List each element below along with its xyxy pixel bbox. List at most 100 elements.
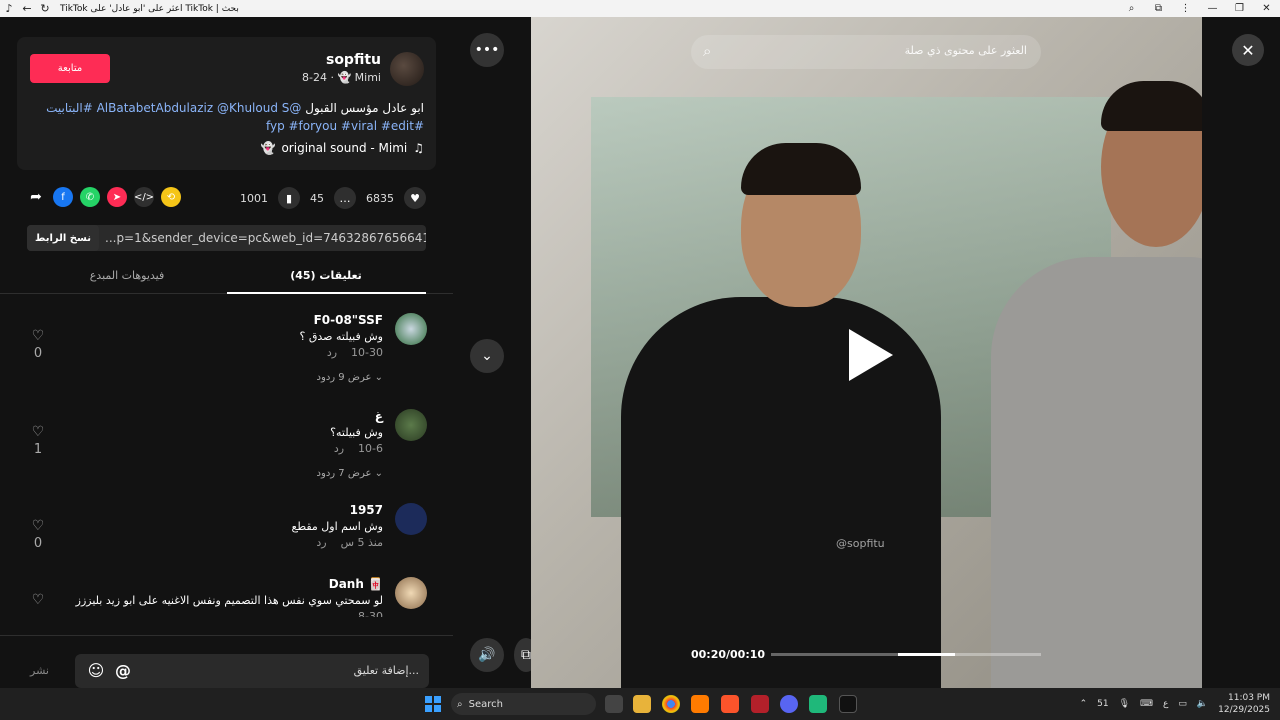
taskbar-search-label: Search [468,698,503,710]
comment-like[interactable]: ♡ [28,592,48,608]
reply-link[interactable]: رد [316,536,326,549]
clock[interactable]: 11:03 PM 12/29/2025 [1218,692,1270,716]
reply-link[interactable]: رد [327,346,337,359]
right-panel: ✕ [1202,17,1280,688]
share-link-text[interactable]: ...p=1&sender_device=pc&web_id=746328676… [99,231,426,245]
comment-author[interactable]: F0-08"SSF [314,313,383,327]
avatar[interactable] [395,577,427,609]
video-time: 00:20/00:10 [691,648,766,661]
heart-outline-icon[interactable]: ♡ [28,592,48,608]
close-window-button[interactable]: ✕ [1253,0,1280,17]
heart-icon[interactable]: ♥ [404,187,426,209]
comment-like[interactable]: ♡ 1 [28,424,48,457]
reply-link[interactable]: رد [334,442,344,455]
browser-titlebar: ♪ ← ↻ TikTok اعثر على 'ابو عادل' على Tik… [0,0,1280,17]
tabs: فيديوهات المبدع تعليقات (45) [0,263,453,294]
avatar[interactable] [395,313,427,345]
sound-link[interactable]: 👻 original sound - Mimi ♫ [261,141,424,155]
heart-outline-icon[interactable]: ♡ [28,328,48,344]
app-icon[interactable] [751,695,769,713]
video-progress-bar[interactable] [771,653,1041,656]
comment-icon[interactable]: … [334,187,356,209]
comment-author[interactable]: 1957 [350,503,383,517]
copy-link-button[interactable]: نسخ الرابط [27,225,99,251]
brave-icon[interactable] [721,695,739,713]
description-tags[interactable]: @AlBatabetAbdulaziz @Khuloud S #البتابيت [46,101,301,115]
close-icon[interactable]: ✕ [1232,34,1264,66]
comment-author[interactable]: Danh 🀄 [329,577,383,591]
video-search-placeholder: العثور على محتوى ذي صلة [904,44,1027,57]
tiktok-logo-icon: ♪ [5,2,13,15]
video-person-right [911,81,1202,688]
view-replies-button[interactable]: عرض 7 ردود ⌄ [317,468,383,479]
app-icon[interactable] [691,695,709,713]
windows-start-icon[interactable] [425,696,441,712]
windows-taskbar: ⌕ Search ⌃ 51 🎙 ⌨ ع ▭ 🔈 11:03 PM 12/29/202… [0,688,1280,720]
network-icon[interactable]: ▭ [1178,699,1187,709]
facebook-icon[interactable]: f [53,187,73,207]
save-count: 1001 [240,191,268,205]
mention-icon[interactable]: @ [112,660,134,682]
window-title: TikTok اعثر على 'ابو عادل' على TikTok | … [60,3,239,14]
comment-like[interactable]: ♡ 0 [28,328,48,361]
input-language[interactable]: ع [1163,699,1168,709]
minimize-button[interactable]: — [1199,0,1226,17]
speaker-icon[interactable]: 🔈 [1197,699,1208,709]
heart-outline-icon[interactable]: ♡ [28,424,48,440]
share-arrow-icon[interactable]: ➦ [26,187,46,207]
video-side-controls: ••• ⌄ 🔊 ⧉ [453,17,538,688]
avatar[interactable] [395,503,427,535]
comment-date: منذ 5 س [340,536,383,549]
comment-meta: رد منذ 5 س [316,536,383,549]
actions-row: ➦ f ✆ ➤ </> ⟲ 1001 ▮ 45 … 6835 ♥ [26,187,426,209]
comment-text: لو سمحتي سوي نفس هذا التصميم ونفس الاغني… [75,594,383,607]
search-icon[interactable]: ⌕ [703,42,711,60]
taskbar-search[interactable]: ⌕ Search [451,693,596,715]
video-progress-fill [897,653,955,656]
discord-icon[interactable] [780,695,798,713]
chrome-icon[interactable] [662,695,680,713]
video-search-bar[interactable]: ⌕ العثور على محتوى ذي صلة [691,35,1041,69]
heart-outline-icon[interactable]: ♡ [28,518,48,534]
tab-creator-videos[interactable]: فيديوهات المبدع [27,269,227,282]
author-avatar[interactable] [390,52,424,86]
comment-input[interactable]: ☺ @ إضافة تعليق... [75,654,429,688]
file-explorer-icon[interactable] [633,695,651,713]
follow-button[interactable]: متابعة [30,54,110,83]
chevron-up-icon[interactable]: ⌃ [1080,699,1088,709]
volume-icon[interactable]: 🔊 [470,638,504,672]
description-hashtags[interactable]: #fyp #foryou #viral #edit [266,119,424,133]
bookmark-icon[interactable]: ▮ [278,187,300,209]
task-view-icon[interactable] [605,695,623,713]
tab-comments[interactable]: تعليقات (45) [226,269,426,282]
view-replies-button[interactable]: عرض 9 ردود ⌄ [317,372,383,383]
post-button[interactable]: نشر [30,664,49,677]
menu-dots-icon[interactable]: ⋮ [1172,0,1199,17]
author-username[interactable]: sopfitu [326,52,381,68]
tiktok-icon[interactable] [839,695,857,713]
telegram-icon[interactable]: ➤ [107,187,127,207]
whatsapp-icon[interactable]: ✆ [80,187,100,207]
avatar[interactable] [395,409,427,441]
microphone-icon[interactable]: 🎙 [1119,699,1130,709]
app-icon[interactable] [809,695,827,713]
chevron-down-icon[interactable]: ⌄ [470,339,504,373]
repost-icon[interactable]: ⟲ [161,187,181,207]
back-arrow-icon[interactable]: ← [18,0,36,17]
embed-icon[interactable]: </> [134,187,154,207]
comment-author[interactable]: غ [375,409,383,423]
active-tab-indicator [227,292,426,294]
zoom-icon[interactable]: ⌕ [1118,0,1145,17]
emoji-icon[interactable]: ☺ [85,660,107,682]
reload-icon[interactable]: ↻ [36,0,54,17]
play-icon[interactable] [849,329,893,381]
comment-like[interactable]: ♡ 0 [28,518,48,551]
keyboard-icon[interactable]: ⌨ [1140,699,1153,709]
comment-meta: رد 10-6 [334,442,383,455]
more-options-icon[interactable]: ••• [470,33,504,67]
video-player[interactable]: ⌕ العثور على محتوى ذي صلة @sopfitu 00:20… [531,17,1202,688]
restore-button[interactable]: ❐ [1226,0,1253,17]
comment-count: 45 [310,191,324,205]
sound-label: original sound - Mimi [281,141,408,155]
extensions-icon[interactable]: ⧉ [1145,0,1172,17]
